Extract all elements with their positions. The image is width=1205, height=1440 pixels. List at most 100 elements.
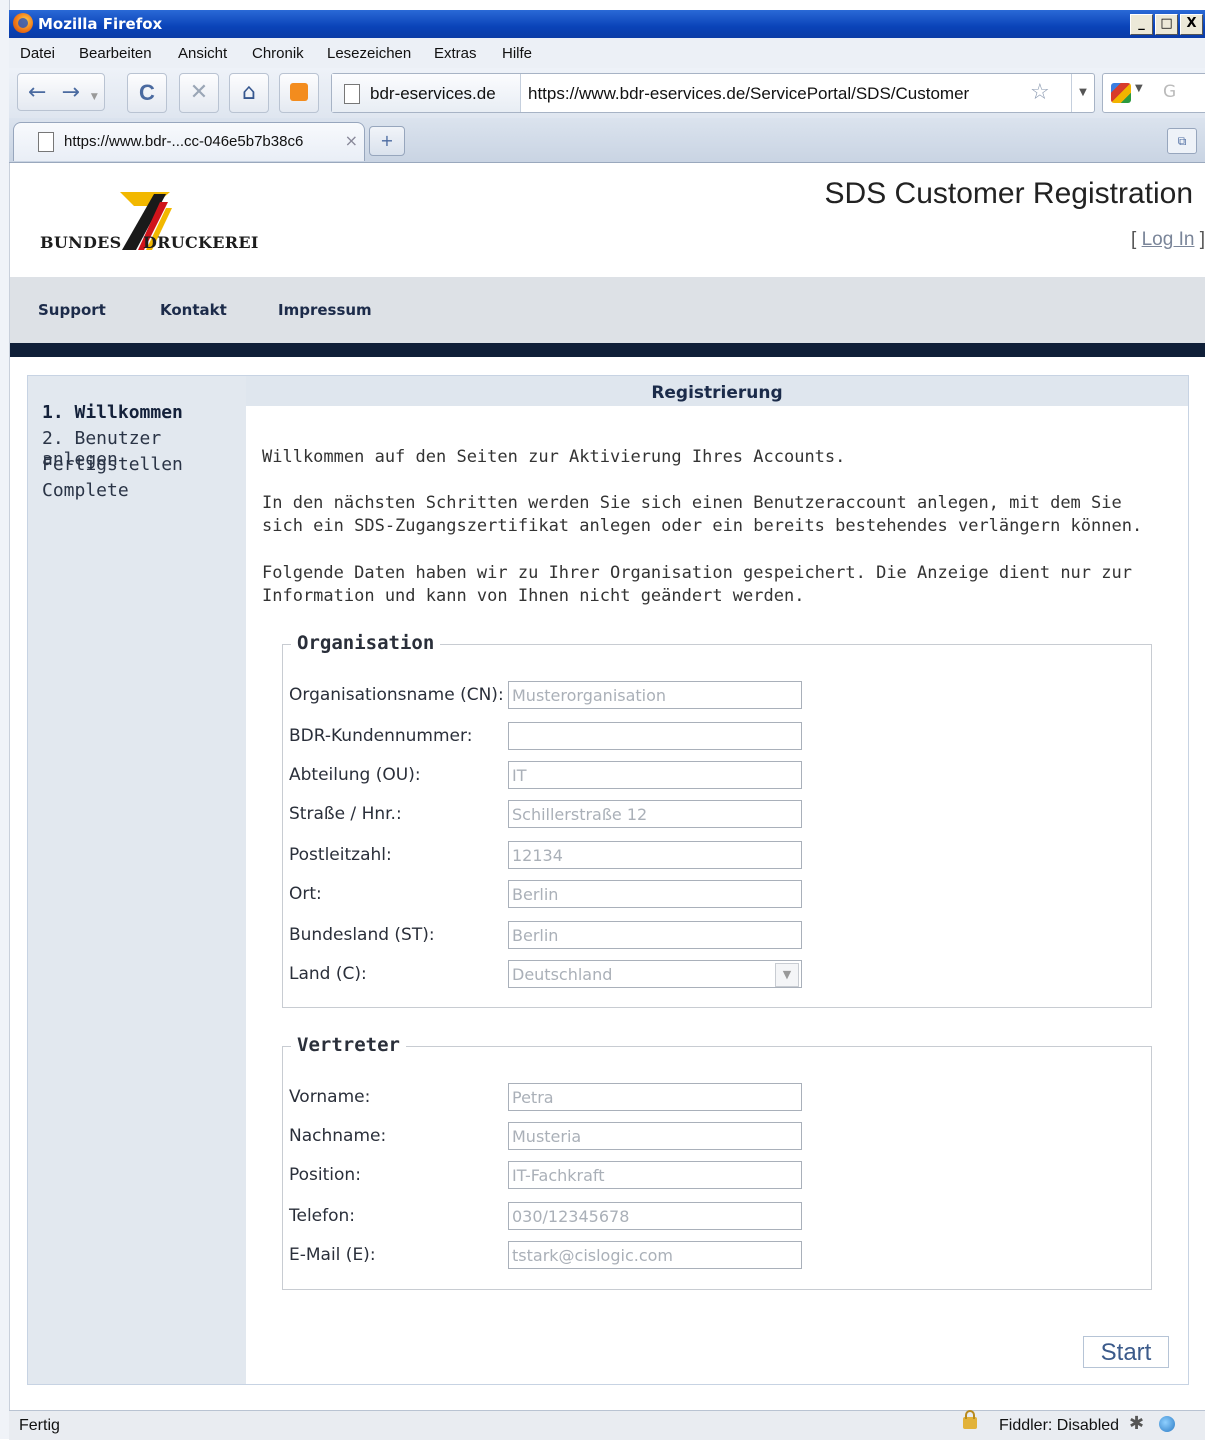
- tab-label: https://www.bdr-...cc-046e5b7b38c6: [64, 133, 304, 150]
- login-link[interactable]: Log In: [1142, 229, 1195, 250]
- search-engine-dropdown-icon[interactable]: ▼: [1135, 83, 1143, 94]
- info-text-data: Folgende Daten haben wir zu Ihrer Organi…: [262, 563, 1132, 606]
- reload-icon[interactable]: C: [127, 73, 167, 113]
- field-label: BDR-Kundennummer:: [289, 726, 473, 746]
- history-dropdown-icon[interactable]: ▼: [91, 92, 98, 102]
- menu-extras[interactable]: Extras: [434, 45, 477, 62]
- organisation-legend: Organisation: [291, 632, 441, 654]
- lock-icon[interactable]: [963, 1410, 977, 1429]
- field-label: Bundesland (ST):: [289, 925, 435, 945]
- tab-strip: https://www.bdr-...cc-046e5b7b38c6 × + ⧉: [9, 118, 1205, 163]
- vorname-input[interactable]: Petra: [508, 1083, 802, 1111]
- nav-support[interactable]: Support: [38, 301, 106, 319]
- back-forward-group: ← → ▼: [17, 73, 105, 111]
- firefox-icon: [13, 13, 33, 33]
- home-icon[interactable]: ⌂: [229, 73, 269, 113]
- bookmark-star-icon[interactable]: ☆: [1030, 80, 1050, 105]
- page-title: SDS Customer Registration: [824, 177, 1193, 210]
- telefon-input[interactable]: 030/12345678: [508, 1202, 802, 1230]
- position-input[interactable]: IT-Fachkraft: [508, 1161, 802, 1189]
- field-email: E-Mail (E): tstark@cislogic.com: [283, 1241, 1151, 1271]
- step-complete: Complete: [42, 480, 129, 501]
- rss-feed-button[interactable]: [279, 73, 319, 113]
- nav-impressum[interactable]: Impressum: [278, 301, 372, 319]
- postleitzahl-input[interactable]: 12134: [508, 841, 802, 869]
- url-text[interactable]: https://www.bdr-eservices.de/ServicePort…: [528, 84, 969, 104]
- registration-main: Registrierung Willkommen auf den Seiten …: [246, 376, 1188, 1384]
- field-label: Vorname:: [289, 1087, 371, 1107]
- page-icon: [344, 84, 360, 104]
- site-navigation: Support Kontakt Impressum: [10, 277, 1205, 343]
- menu-chronik[interactable]: Chronik: [252, 45, 304, 62]
- field-position: Position: IT-Fachkraft: [283, 1161, 1151, 1191]
- info-text-steps: In den nächsten Schritten werden Sie sic…: [262, 493, 1143, 536]
- kundennummer-input[interactable]: [508, 722, 802, 750]
- vertreter-legend: Vertreter: [291, 1034, 406, 1056]
- field-telefon: Telefon: 030/12345678: [283, 1202, 1151, 1232]
- maximize-button[interactable]: □: [1155, 14, 1178, 35]
- email-input[interactable]: tstark@cislogic.com: [508, 1241, 802, 1269]
- registration-panel: 1. Willkommen 2. Benutzer anlegen Fertig…: [27, 375, 1189, 1385]
- field-strasse: Straße / Hnr.: Schillerstraße 12: [283, 800, 1151, 830]
- globe-icon[interactable]: [1159, 1416, 1175, 1432]
- bundesdruckerei-logo: BUNDES DRUCKEREI: [40, 188, 260, 258]
- nachname-input[interactable]: Musteria: [508, 1122, 802, 1150]
- navigation-toolbar: ← → ▼ C ✕ ⌂ bdr-eservices.de https://www…: [9, 68, 1205, 118]
- field-nachname: Nachname: Musteria: [283, 1122, 1151, 1152]
- section-heading: Registrierung: [246, 376, 1188, 406]
- land-select-value: Deutschland: [512, 965, 613, 984]
- field-label: Straße / Hnr.:: [289, 804, 402, 824]
- site-identity-button[interactable]: bdr-eservices.de: [332, 74, 521, 112]
- menu-lesezeichen[interactable]: Lesezeichen: [327, 45, 411, 62]
- abteilung-input[interactable]: IT: [508, 761, 802, 789]
- bundesland-input[interactable]: Berlin: [508, 921, 802, 949]
- menu-hilfe[interactable]: Hilfe: [502, 45, 532, 62]
- step-fertigstellen: Fertigstellen: [42, 454, 183, 475]
- header-divider: [10, 343, 1205, 357]
- search-box[interactable]: ▼ G: [1102, 73, 1205, 113]
- menu-datei[interactable]: Datei: [20, 45, 55, 62]
- search-input[interactable]: G: [1163, 82, 1176, 102]
- ort-input[interactable]: Berlin: [508, 880, 802, 908]
- organisation-fieldset: Organisation Organisationsname (CN): Mus…: [282, 632, 1152, 1008]
- url-bar[interactable]: bdr-eservices.de https://www.bdr-eservic…: [331, 73, 1095, 113]
- field-label: Telefon:: [289, 1206, 356, 1226]
- intro-text: Willkommen auf den Seiten zur Aktivierun…: [262, 447, 846, 467]
- field-label: Organisationsname (CN):: [289, 685, 504, 705]
- minimize-button[interactable]: _: [1130, 14, 1153, 35]
- close-window-button[interactable]: X: [1180, 14, 1203, 35]
- back-arrow-icon[interactable]: ←: [28, 80, 46, 105]
- forward-arrow-icon[interactable]: →: [61, 80, 79, 105]
- menu-bearbeiten[interactable]: Bearbeiten: [79, 45, 152, 62]
- steps-sidebar: 1. Willkommen 2. Benutzer anlegen Fertig…: [28, 376, 246, 1384]
- field-postleitzahl: Postleitzahl: 12134: [283, 841, 1151, 871]
- tab-close-icon[interactable]: ×: [345, 131, 358, 150]
- field-label: Nachname:: [289, 1126, 387, 1146]
- land-select[interactable]: Deutschland ▼: [508, 960, 802, 988]
- firebug-icon[interactable]: ✱: [1129, 1413, 1144, 1434]
- new-tab-icon[interactable]: +: [369, 126, 405, 156]
- google-search-engine-icon[interactable]: [1111, 83, 1131, 103]
- menu-ansicht[interactable]: Ansicht: [178, 45, 227, 62]
- window-titlebar: Mozilla Firefox _ □ X: [9, 10, 1205, 38]
- logo-text-druckerei: DRUCKEREI: [143, 233, 259, 252]
- list-all-tabs-icon[interactable]: ⧉: [1167, 128, 1197, 154]
- start-button[interactable]: Start: [1083, 1336, 1169, 1368]
- rss-icon: [290, 83, 308, 101]
- field-label: Position:: [289, 1165, 361, 1185]
- field-organisationsname: Organisationsname (CN): Musterorganisati…: [283, 681, 1151, 711]
- field-vorname: Vorname: Petra: [283, 1083, 1151, 1113]
- fiddler-status[interactable]: Fiddler: Disabled: [999, 1417, 1119, 1435]
- field-kundennummer: BDR-Kundennummer:: [283, 722, 1151, 752]
- stop-icon[interactable]: ✕: [179, 73, 219, 113]
- field-land: Land (C): Deutschland ▼: [283, 960, 1151, 990]
- menu-bar: Datei Bearbeiten Ansicht Chronik Lesezei…: [9, 38, 1205, 68]
- strasse-input[interactable]: Schillerstraße 12: [508, 800, 802, 828]
- nav-kontakt[interactable]: Kontakt: [160, 301, 227, 319]
- vertreter-fieldset: Vertreter Vorname: Petra Nachname: Muste…: [282, 1034, 1152, 1290]
- tab-active[interactable]: https://www.bdr-...cc-046e5b7b38c6 ×: [13, 122, 365, 161]
- organisationsname-input[interactable]: Musterorganisation: [508, 681, 802, 709]
- chevron-down-icon[interactable]: ▼: [775, 963, 799, 987]
- url-dropdown-icon[interactable]: ▼: [1071, 74, 1094, 112]
- logo-text-bundes: BUNDES: [40, 233, 122, 252]
